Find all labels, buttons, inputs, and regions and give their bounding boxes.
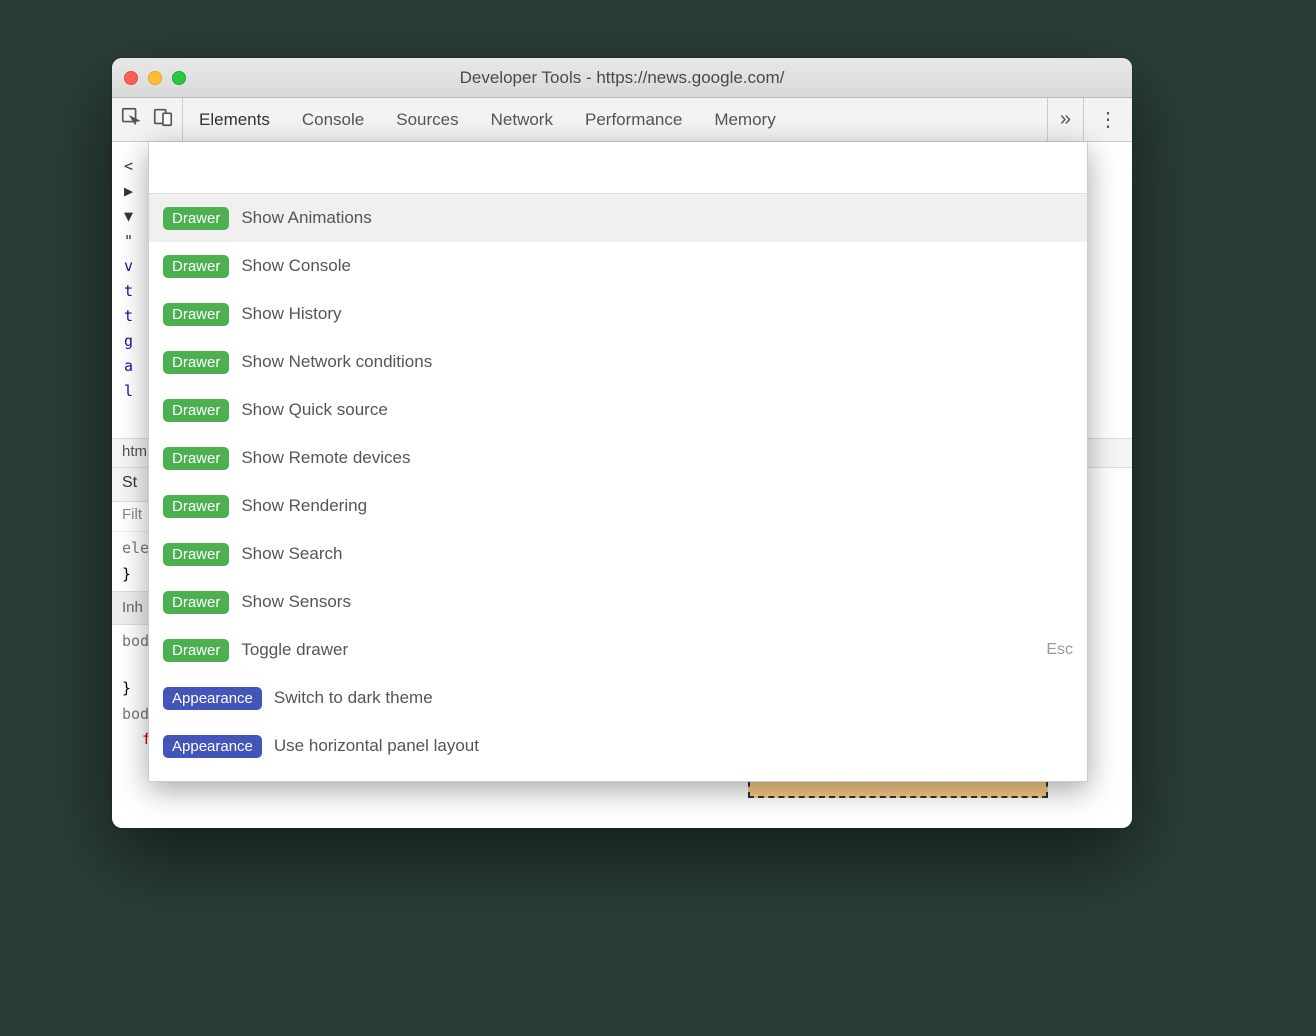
command-label: Show Quick source xyxy=(241,400,1061,420)
command-shortcut: Esc xyxy=(1046,641,1073,659)
device-toolbar-icon[interactable] xyxy=(152,106,174,133)
close-window-button[interactable] xyxy=(124,71,138,85)
command-item[interactable]: Drawer Toggle drawer Esc xyxy=(149,626,1087,674)
command-label: Show Console xyxy=(241,256,1061,276)
devtools-toolbar: ElementsConsoleSourcesNetworkPerformance… xyxy=(112,98,1132,142)
command-input-wrap xyxy=(149,142,1087,194)
command-label: Toggle drawer xyxy=(241,640,1034,660)
command-item[interactable]: Drawer Show Remote devices xyxy=(149,434,1087,482)
drawer-badge: Drawer xyxy=(163,543,229,566)
appearance-badge: Appearance xyxy=(163,735,262,758)
traffic-lights xyxy=(124,71,186,85)
command-item[interactable]: Drawer Show Quick source xyxy=(149,386,1087,434)
window-title: Developer Tools - https://news.google.co… xyxy=(112,68,1132,88)
command-label: Switch to dark theme xyxy=(274,688,1061,708)
drawer-badge: Drawer xyxy=(163,207,229,230)
tab-sources[interactable]: Sources xyxy=(380,98,474,141)
css-selector: bod xyxy=(122,632,149,650)
drawer-badge: Drawer xyxy=(163,495,229,518)
tab-console[interactable]: Console xyxy=(286,98,380,141)
command-item[interactable]: Drawer Show History xyxy=(149,290,1087,338)
inspect-element-icon[interactable] xyxy=(120,106,142,133)
drawer-badge: Drawer xyxy=(163,399,229,422)
command-menu: DrawerShow AnimationsDrawerShow ConsoleD… xyxy=(148,142,1088,782)
command-label: Use horizontal panel layout xyxy=(274,736,1061,756)
command-item[interactable]: Appearance Switch to dark theme xyxy=(149,674,1087,722)
command-item[interactable]: Drawer Show Animations xyxy=(149,194,1087,242)
command-label: Show Animations xyxy=(241,208,1061,228)
command-item[interactable]: Appearance Use horizontal panel layout xyxy=(149,722,1087,770)
command-item[interactable]: Drawer Show Console xyxy=(149,242,1087,290)
appearance-badge: Appearance xyxy=(163,687,262,710)
command-item[interactable]: Drawer Show Network conditions xyxy=(149,338,1087,386)
command-input[interactable] xyxy=(163,158,1073,178)
drawer-badge: Drawer xyxy=(163,447,229,470)
drawer-badge: Drawer xyxy=(163,591,229,614)
tab-memory[interactable]: Memory xyxy=(698,98,791,141)
minimize-window-button[interactable] xyxy=(148,71,162,85)
command-item[interactable]: Drawer Show Rendering xyxy=(149,482,1087,530)
tab-elements[interactable]: Elements xyxy=(183,98,286,141)
drawer-badge: Drawer xyxy=(163,639,229,662)
maximize-window-button[interactable] xyxy=(172,71,186,85)
command-item[interactable]: Drawer Show Sensors xyxy=(149,578,1087,626)
panel-tabs: ElementsConsoleSourcesNetworkPerformance… xyxy=(183,98,1047,141)
titlebar: Developer Tools - https://news.google.co… xyxy=(112,58,1132,98)
command-label: Show Rendering xyxy=(241,496,1061,516)
drawer-badge: Drawer xyxy=(163,255,229,278)
drawer-badge: Drawer xyxy=(163,351,229,374)
devtools-window: Developer Tools - https://news.google.co… xyxy=(112,58,1132,828)
tab-network[interactable]: Network xyxy=(475,98,569,141)
command-item[interactable]: Drawer Show Search xyxy=(149,530,1087,578)
command-label: Show Search xyxy=(241,544,1061,564)
tab-performance[interactable]: Performance xyxy=(569,98,698,141)
settings-menu-button[interactable]: ⋮ xyxy=(1083,98,1132,141)
command-list: DrawerShow AnimationsDrawerShow ConsoleD… xyxy=(149,194,1087,781)
command-label: Show Sensors xyxy=(241,592,1061,612)
command-label: Show History xyxy=(241,304,1061,324)
command-label: Show Network conditions xyxy=(241,352,1061,372)
css-selector: bod xyxy=(122,705,149,723)
tabs-overflow-button[interactable]: » xyxy=(1047,98,1083,141)
css-selector: ele xyxy=(122,539,149,557)
drawer-badge: Drawer xyxy=(163,303,229,326)
command-label: Show Remote devices xyxy=(241,448,1061,468)
toolbar-icons xyxy=(112,98,183,141)
